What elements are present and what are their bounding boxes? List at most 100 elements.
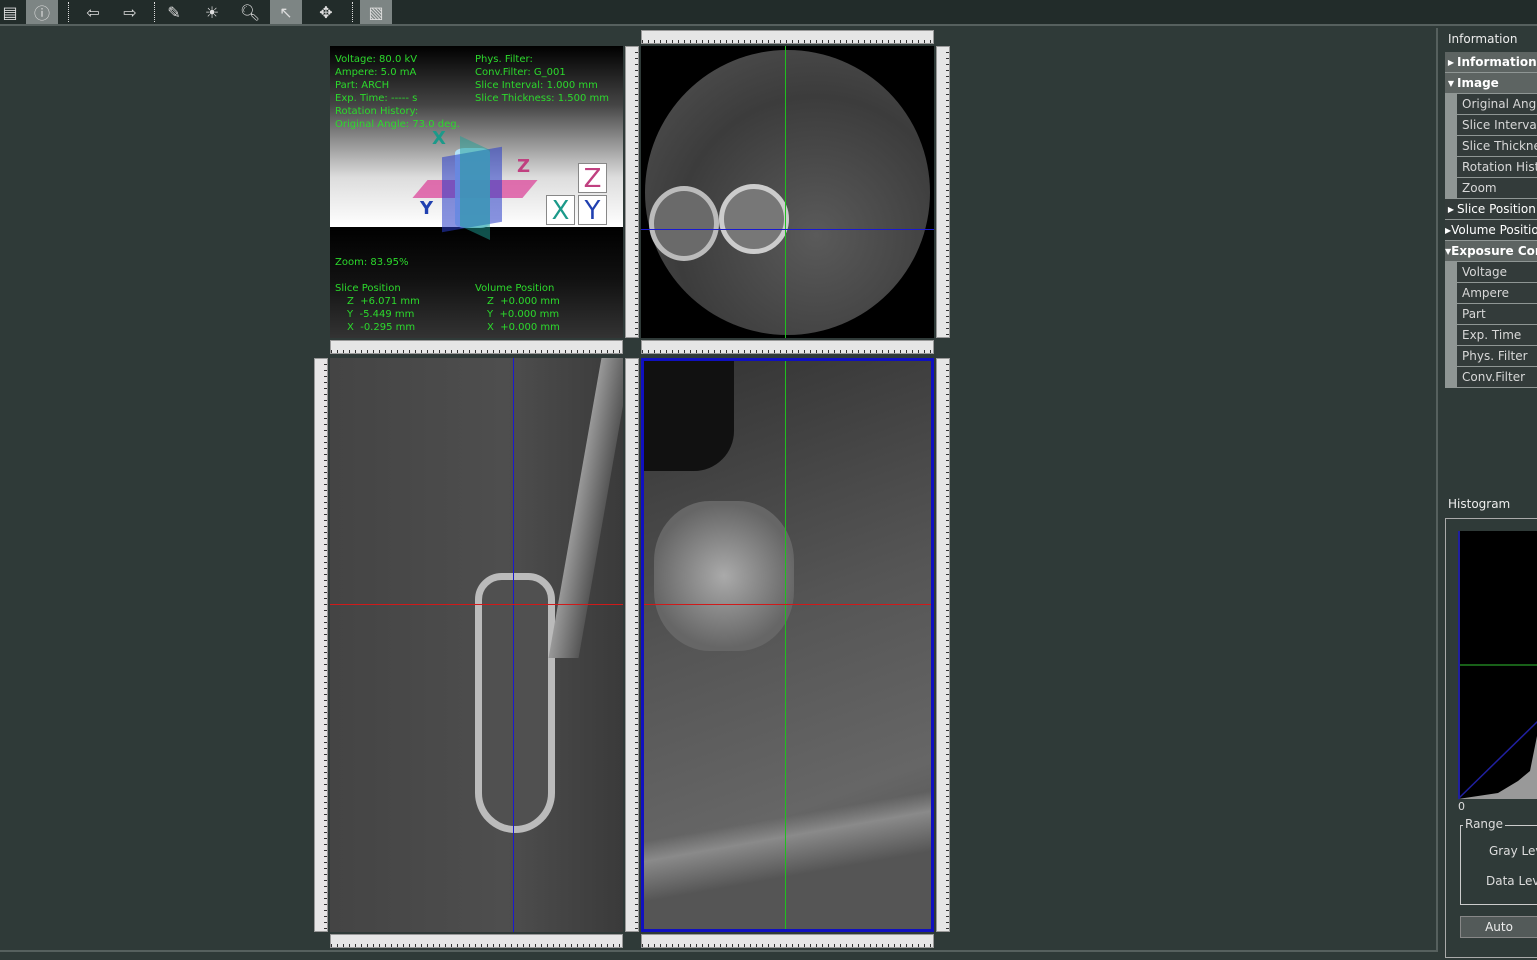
slice-position-title: Slice Position	[335, 283, 401, 294]
view-z-button[interactable]: Z	[578, 163, 607, 194]
exp-time-text: Exp. Time: ----- s	[335, 93, 418, 104]
tree-item-label: Image	[1457, 76, 1499, 90]
tree-item-slice-thickness[interactable]: Slice Thickness	[1457, 136, 1537, 157]
crosshair-horizontal[interactable]	[330, 604, 623, 605]
conv-filter-text: Conv.Filter: G_001	[475, 67, 566, 78]
crosshair-horizontal[interactable]	[644, 604, 931, 605]
exposure-info: Voltage: 80.0 kV Ampere: 5.0 mA Part: AR…	[335, 53, 460, 131]
histogram-min-label: 0	[1458, 800, 1465, 813]
tree-item-slice-position[interactable]: ▶ Slice Position	[1445, 199, 1537, 220]
axis-z-label: Z	[517, 156, 531, 177]
volume-y: Y +0.000 mm	[487, 309, 560, 320]
ruler	[625, 46, 639, 338]
phys-filter-text: Phys. Filter:	[475, 54, 533, 65]
tree-item-label: Volume Position	[1451, 223, 1537, 237]
gray-level-label: Gray Level	[1489, 844, 1537, 858]
ruler	[625, 358, 639, 932]
tree-item-phys-filter[interactable]: Phys. Filter	[1457, 346, 1537, 367]
tree-item-ampere[interactable]: Ampere	[1457, 283, 1537, 304]
pan-icon[interactable]: ✥	[310, 0, 342, 24]
toolbar-separator	[154, 2, 156, 22]
tree-item-volume-position[interactable]: ▶ Volume Position	[1445, 220, 1537, 241]
tree-item-label: Part	[1462, 307, 1486, 321]
crosshair-horizontal[interactable]	[641, 229, 934, 230]
axis-x-label: X	[432, 128, 446, 149]
view-x-button[interactable]: X	[546, 195, 575, 226]
histogram-title: Histogram	[1448, 497, 1511, 511]
tree-item-exp-time[interactable]: Exp. Time	[1457, 325, 1537, 346]
ampere-text: Ampere: 5.0 mA	[335, 67, 417, 78]
tree-item-label: Ampere	[1462, 286, 1509, 300]
part-text: Part: ARCH	[335, 80, 390, 91]
sagittal-view[interactable]	[330, 358, 623, 932]
layout-icon[interactable]: ▧	[360, 0, 392, 24]
information-panel-title: Information	[1448, 32, 1518, 46]
volume-z: Z +0.000 mm	[487, 296, 560, 307]
voltage-text: Voltage: 80.0 kV	[335, 54, 418, 65]
slice-z: Z +6.071 mm	[347, 296, 420, 307]
zoom-text: Zoom: 83.95%	[335, 257, 409, 268]
ruler	[314, 358, 328, 932]
ruler	[641, 340, 934, 354]
zoom-icon[interactable]: 🔍︎	[234, 0, 266, 24]
info-overlay-view[interactable]: Voltage: 80.0 kV Ampere: 5.0 mA Part: AR…	[330, 46, 623, 338]
tree-item-label: Rotation History	[1462, 160, 1537, 174]
toolbar-separator	[352, 2, 354, 22]
volume-position: Volume Position Z +0.000 mm Y +0.000 mm …	[475, 282, 560, 334]
pointer-icon[interactable]: ↖	[270, 0, 302, 24]
right-panel: Information ▶ Information ▼ Image Original A…	[1440, 28, 1537, 960]
forward-arrow-icon[interactable]: ⇨	[114, 0, 146, 24]
rotation-history-text: Rotation History:	[335, 106, 419, 117]
tree-item-label: Slice Position	[1457, 202, 1536, 216]
expand-icon[interactable]: ▶	[1445, 205, 1457, 214]
auto-button[interactable]: Auto	[1460, 916, 1537, 938]
tree-item-part[interactable]: Part	[1457, 304, 1537, 325]
tree-item-label: Phys. Filter	[1462, 349, 1528, 363]
slice-interval-text: Slice Interval: 1.000 mm	[475, 80, 598, 91]
crosshair-vertical[interactable]	[785, 46, 786, 338]
save-icon[interactable]: ▤	[0, 0, 20, 24]
histogram-plot[interactable]	[1458, 531, 1537, 811]
tree-item-conv-filter[interactable]: Conv.Filter	[1457, 367, 1537, 388]
crosshair-vertical[interactable]	[513, 358, 514, 932]
ruler	[936, 46, 950, 338]
tree-item-exposure-condition[interactable]: ▼Exposure Condition	[1445, 241, 1537, 262]
filter-info: Phys. Filter: Conv.Filter: G_001 Slice I…	[475, 53, 609, 105]
toolbar-separator	[68, 2, 70, 22]
coronal-view[interactable]	[641, 358, 934, 932]
tree-item-label: Slice Interval	[1462, 118, 1537, 132]
tree-item-information[interactable]: ▶ Information	[1445, 52, 1537, 73]
tree-item-label: Information	[1457, 55, 1537, 69]
expand-icon[interactable]: ▶	[1445, 58, 1457, 67]
tree-item-label: Zoom	[1462, 181, 1497, 195]
collapse-icon[interactable]: ▼	[1445, 79, 1457, 88]
tree-item-zoom[interactable]: Zoom	[1457, 178, 1537, 199]
view-y-button[interactable]: Y	[578, 195, 607, 226]
back-arrow-icon[interactable]: ⇦	[77, 0, 109, 24]
slice-x: X -0.295 mm	[347, 322, 416, 333]
axis-y-label: Y	[420, 198, 434, 219]
tree-item-slice-interval[interactable]: Slice Interval	[1457, 115, 1537, 136]
volume-x: X +0.000 mm	[487, 322, 560, 333]
toolbar: ▤ ⓘ ⇦ ⇨ ✎ ☀ 🔍︎ ↖ ✥ ▧	[0, 0, 1537, 26]
tree-item-voltage[interactable]: Voltage	[1457, 262, 1537, 283]
ruler	[936, 358, 950, 932]
eraser-icon[interactable]: ✎	[158, 0, 190, 24]
info-icon[interactable]: ⓘ	[26, 0, 58, 24]
tree-item-label: Exposure Condition	[1451, 244, 1537, 258]
slice-position: Slice Position Z +6.071 mm Y -5.449 mm X…	[335, 282, 420, 334]
slice-thickness-text: Slice Thickness: 1.500 mm	[475, 93, 609, 104]
histogram-panel: 0 Range Gray Level Data Level Auto	[1445, 518, 1537, 958]
tree-item-label: Original Angle	[1462, 97, 1537, 111]
ruler	[641, 934, 934, 948]
brightness-icon[interactable]: ☀	[196, 0, 228, 24]
orientation-cube-icon: X Z Y	[412, 130, 540, 240]
tree-item-rotation-history[interactable]: Rotation History	[1457, 157, 1537, 178]
information-tree: ▶Information▼ImageOriginal AngleSlice In…	[1445, 52, 1537, 388]
tree-item-original-angle[interactable]: Original Angle	[1457, 94, 1537, 115]
crosshair-vertical[interactable]	[785, 361, 786, 929]
axial-view[interactable]	[641, 46, 934, 338]
ruler	[330, 340, 623, 354]
tree-item-image[interactable]: ▼ Image	[1445, 73, 1537, 94]
range-group: Range Gray Level Data Level	[1460, 817, 1537, 905]
